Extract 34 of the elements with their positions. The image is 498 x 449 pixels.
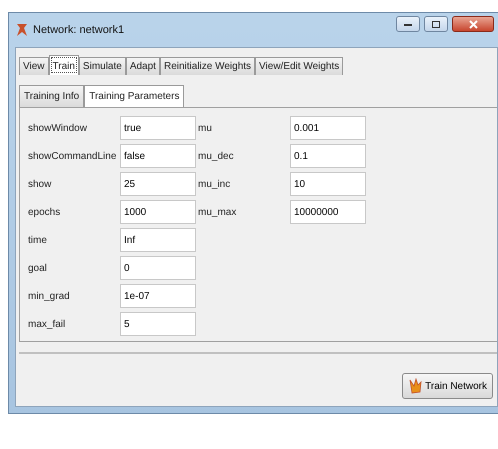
parameter-label: showCommandLine [28,150,118,162]
parameter-label: mu_max [198,206,238,218]
parameter-field[interactable]: 0.001 [290,116,366,140]
tab[interactable]: Train [48,55,79,75]
tab[interactable]: Reinitialize Weights [160,57,256,75]
parameter-label: mu_dec [198,150,235,162]
parameter-label: max_fail [28,318,66,330]
parameter-label: goal [28,262,48,274]
parameter-field[interactable]: 0 [120,256,196,280]
parameter-label: mu_inc [198,178,232,190]
parameter-field[interactable]: 0.1 [290,144,366,168]
parameter-field[interactable]: false [120,144,196,168]
parameter-field[interactable]: true [120,116,196,140]
parameter-field[interactable]: Inf [120,228,196,252]
parameter-label: mu [198,122,213,134]
parameter-label: showWindow [28,122,88,134]
parameter-label: epochs [28,206,62,218]
tab[interactable]: Adapt [126,57,160,75]
subtab[interactable]: Training Info [19,85,84,107]
parameter-label: show [28,178,52,190]
tab[interactable]: View [19,57,48,75]
parameter-field[interactable]: 5 [120,312,196,336]
parameter-field[interactable]: 10000000 [290,200,366,224]
parameter-field[interactable]: 25 [120,172,196,196]
parameter-field[interactable]: 10 [290,172,366,196]
parameter-field[interactable]: 1000 [120,200,196,224]
train-network-button[interactable]: Train Network [402,373,493,399]
subtab[interactable]: Training Parameters [84,85,184,107]
tab[interactable]: View/Edit Weights [255,57,344,75]
parameter-label: time [28,234,48,246]
parameter-label: min_grad [28,290,71,302]
parameter-field[interactable]: 1e-07 [120,284,196,308]
window-title: Network: network1 [33,24,124,36]
tab[interactable]: Simulate [78,57,126,75]
